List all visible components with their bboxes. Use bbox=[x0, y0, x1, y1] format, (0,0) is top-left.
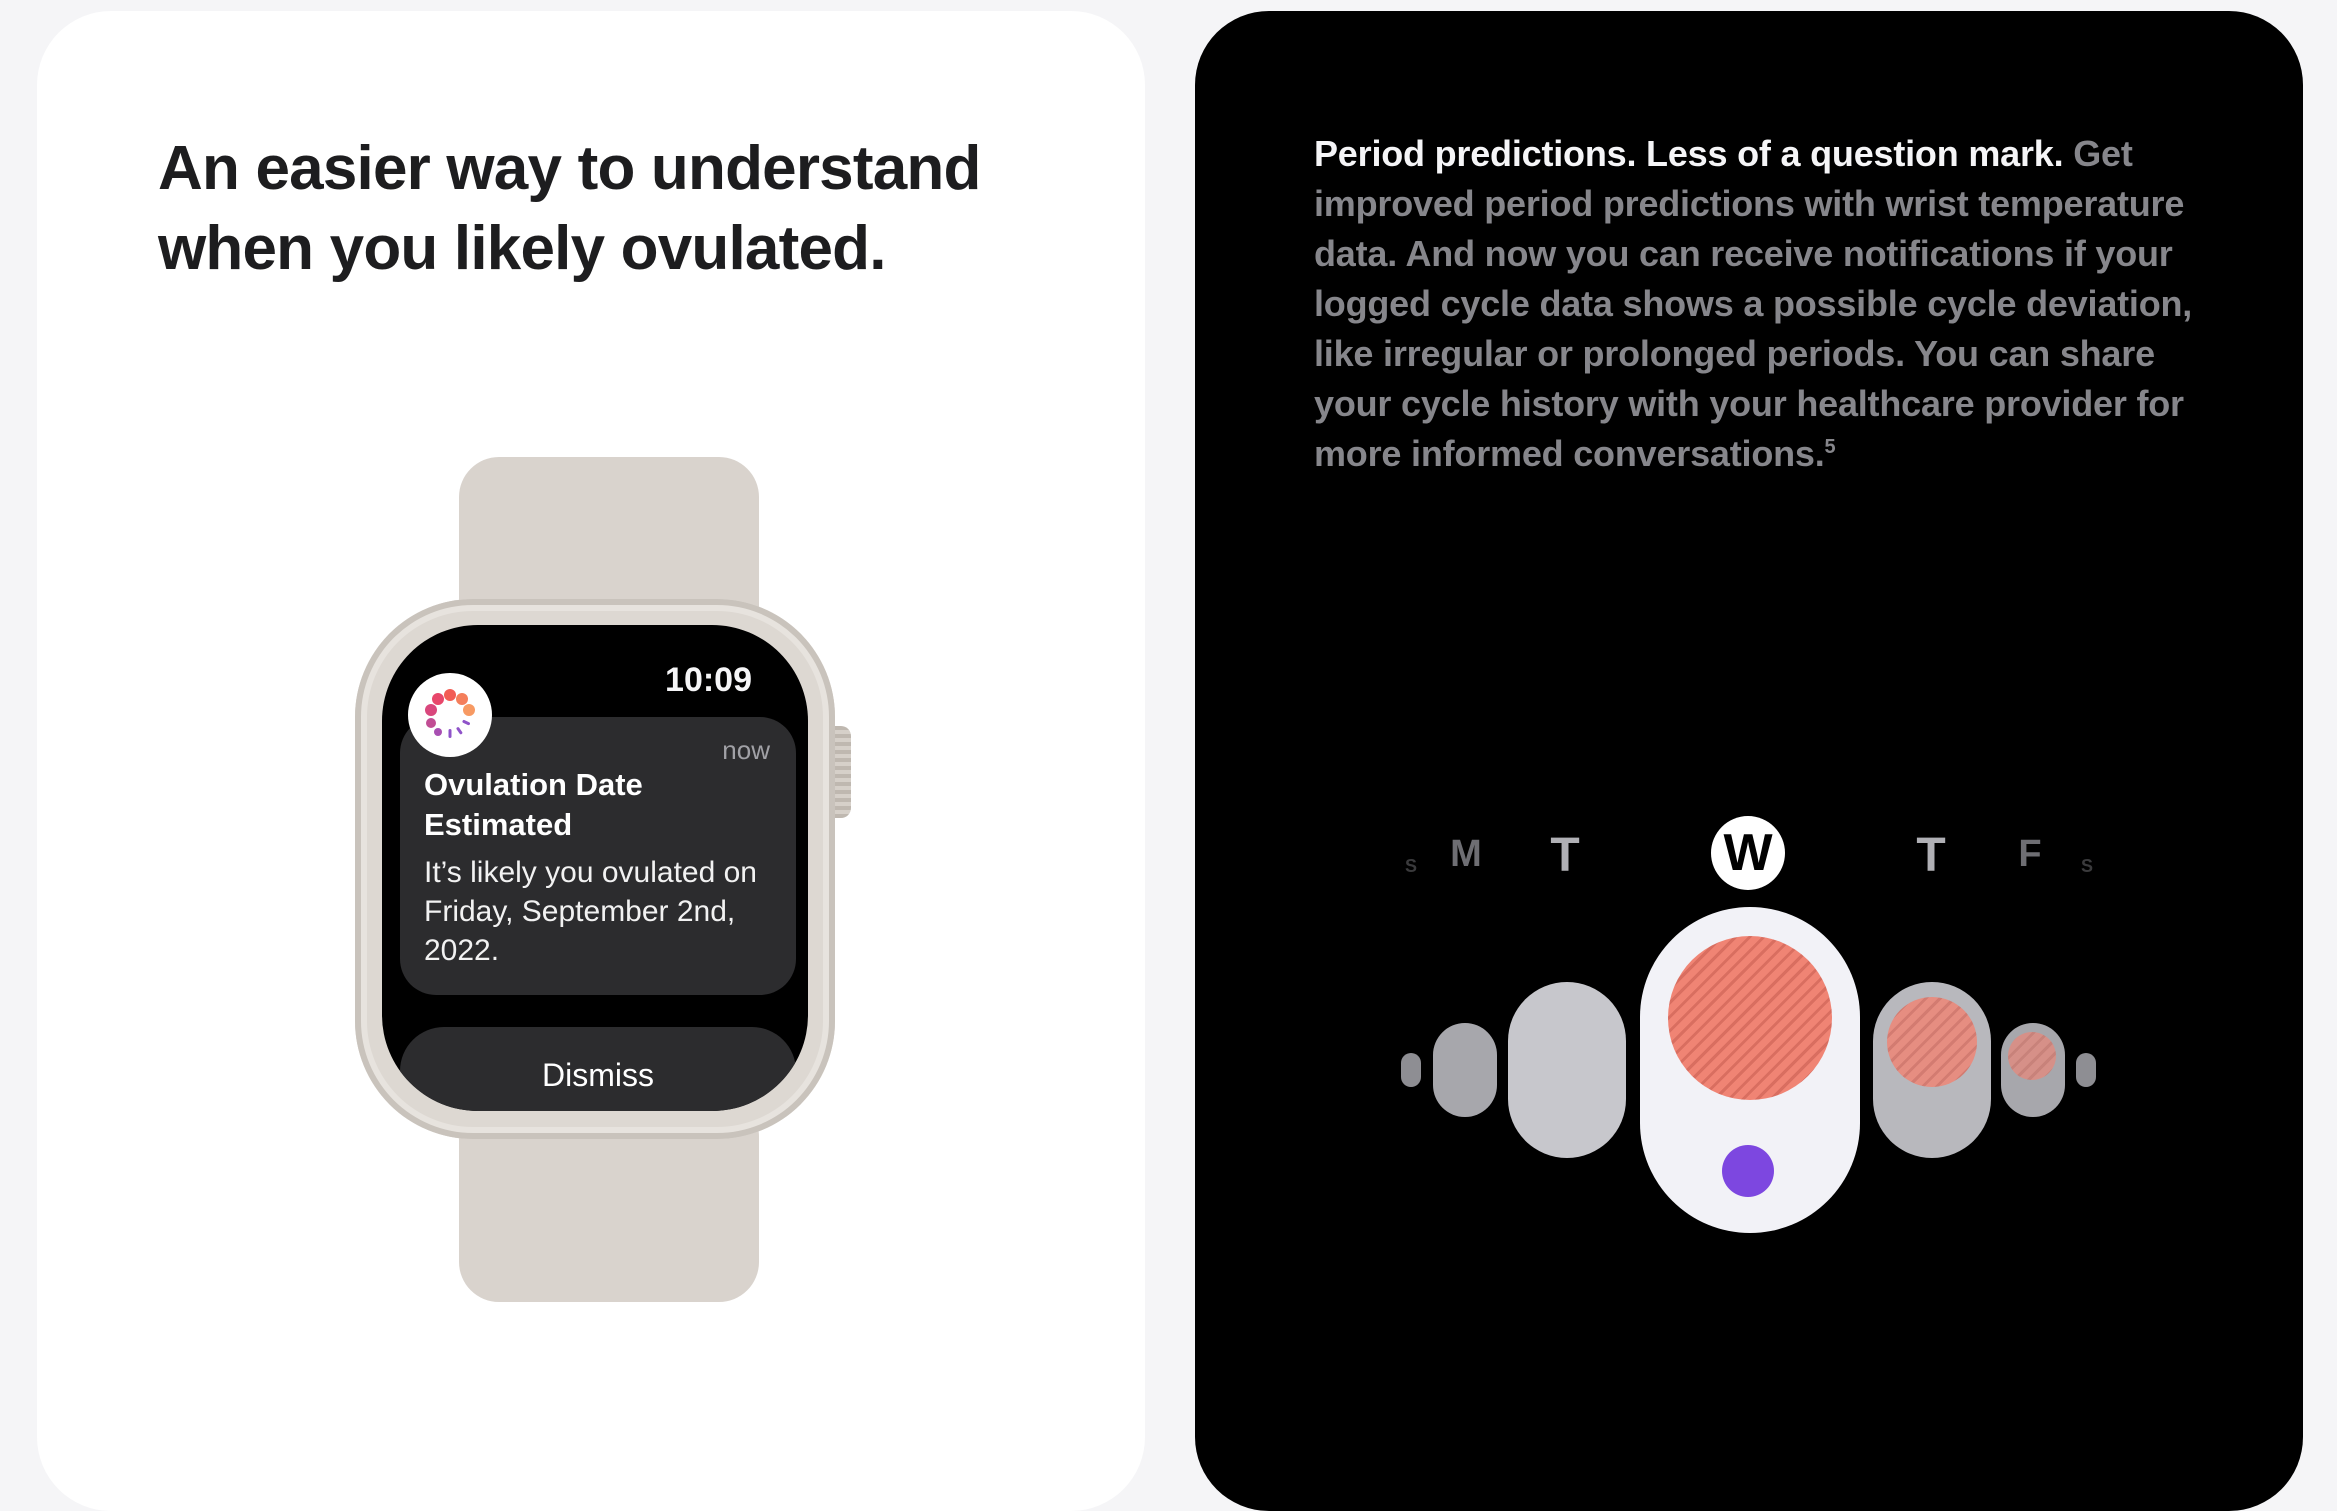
notification-title: Ovulation Date Estimated bbox=[424, 767, 643, 842]
day-label-wednesday-selected[interactable]: W bbox=[1711, 816, 1785, 890]
day-label-sunday: S bbox=[1404, 856, 1418, 876]
day-label-tuesday: T bbox=[1550, 829, 1580, 882]
apple-watch-illustration: 10:09 now Ovulation Date Estimated It’s … bbox=[37, 11, 1145, 1471]
fertility-indicator-dot bbox=[1722, 1145, 1774, 1197]
watch-screen: 10:09 now Ovulation Date Estimated It’s … bbox=[382, 625, 808, 1111]
period-predictions-copy: Period predictions. Less of a question m… bbox=[1314, 129, 2214, 479]
day-pill-saturday bbox=[2076, 1053, 2096, 1087]
period-indicator-friday bbox=[2008, 1032, 2056, 1080]
day-pill-sunday bbox=[1401, 1053, 1421, 1087]
notification-body: It’s likely you ovulated on Friday, Sept… bbox=[424, 856, 757, 967]
cycle-tracking-icon bbox=[408, 673, 492, 757]
period-predictions-lead: Period predictions. Less of a question m… bbox=[1314, 133, 2064, 174]
period-predictions-tile: Period predictions. Less of a question m… bbox=[1195, 11, 2303, 1511]
period-indicator-thursday bbox=[1887, 997, 1977, 1087]
day-label-monday: M bbox=[1450, 833, 1482, 875]
watch-time: 10:09 bbox=[665, 661, 752, 699]
period-indicator-wednesday bbox=[1668, 936, 1832, 1100]
day-pill-monday bbox=[1433, 1023, 1497, 1117]
footnote-marker[interactable]: 5 bbox=[1825, 436, 1836, 458]
day-label-thursday: T bbox=[1916, 829, 1946, 882]
notification-card[interactable]: now Ovulation Date Estimated It’s likely… bbox=[400, 717, 796, 995]
notification-timestamp: now bbox=[722, 735, 770, 765]
ovulation-tile: An easier way to understand when you lik… bbox=[37, 11, 1145, 1511]
day-label-saturday: S bbox=[2080, 856, 2094, 876]
day-label-friday: F bbox=[2018, 833, 2042, 875]
period-predictions-body: Get improved period predictions with wri… bbox=[1314, 133, 2193, 474]
day-pill-tuesday bbox=[1508, 982, 1626, 1158]
dismiss-button[interactable]: Dismiss bbox=[400, 1027, 796, 1111]
